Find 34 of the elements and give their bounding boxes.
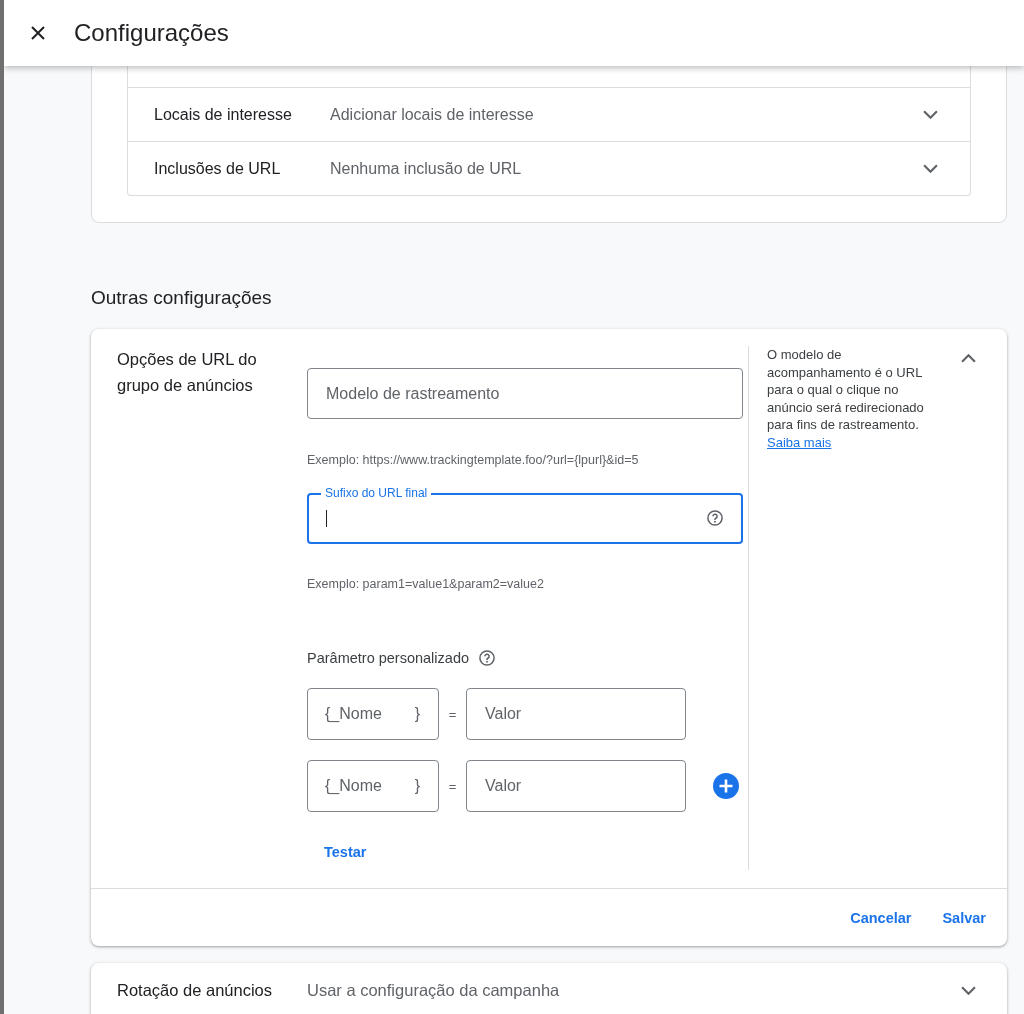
helper-text: Exemplo: param1=value1&param2=value2 [307,576,545,592]
chevron-up-icon[interactable] [961,354,976,363]
setting-label: Rotação de anúncios [117,980,274,1000]
card-title: Opções de URL do grupo de anúncios [117,349,258,396]
add-icon[interactable] [713,773,739,799]
page-title: Configurações [74,18,229,48]
learn-more-link[interactable]: Saiba mais [767,434,832,450]
parameter-name-field[interactable]: {_Nome } [307,760,439,812]
setting-value: Nenhuma inclusão de URL [330,159,523,178]
close-icon[interactable] [31,26,45,40]
parameter-name-field[interactable]: {_Nome } [307,688,439,740]
help-icon[interactable] [707,510,723,526]
parameter-value-field[interactable]: Valor [466,760,686,812]
setting-value: Usar a configuração da campanha [307,980,561,1000]
chevron-down-icon[interactable] [961,985,976,995]
test-button[interactable]: Testar [316,834,375,870]
setting-label: Locais de interesse [154,105,293,124]
cancel-button[interactable]: Cancelar [842,899,920,936]
parameter-value-field[interactable]: Valor [466,688,686,740]
help-icon[interactable] [479,650,495,666]
equals-sign: = [447,706,458,722]
chevron-down-icon[interactable] [923,110,938,119]
setting-value: Adicionar locais de interesse [330,105,535,124]
url-suffix-field[interactable]: Sufixo do URL final [307,485,743,544]
equals-sign: = [447,778,458,794]
help-text: O modelo de acompanhamento é o URL para o qual o clique no anúncio será redirecionado para fins de rastreamento. Saiba mais [767,346,925,452]
chevron-down-icon[interactable] [923,164,938,173]
save-button[interactable]: Salvar [934,899,994,936]
text-cursor-icon [326,510,327,527]
setting-label: Inclusões de URL [154,159,282,178]
helper-text: Exemplo: https://www.trackingtemplate.foo/?url={lpurl}&id=5 [307,452,640,468]
section-heading: Outras configurações [91,286,273,310]
field-label: Parâmetro personalizado [307,649,469,668]
tracking-template-field[interactable]: Modelo de rastreamento [307,368,743,419]
